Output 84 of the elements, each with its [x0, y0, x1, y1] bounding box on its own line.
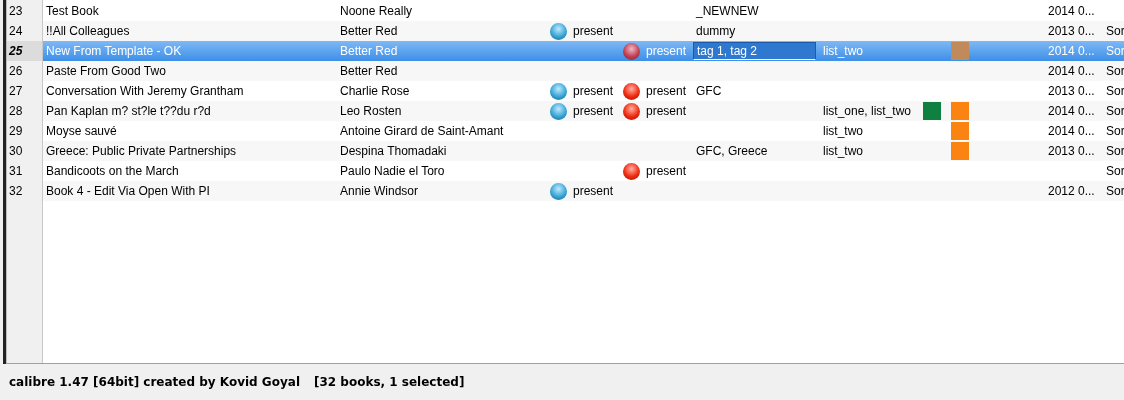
row-number[interactable]: 31: [9, 163, 23, 178]
row-number[interactable]: 26: [9, 63, 23, 78]
row-number[interactable]: 29: [9, 123, 23, 138]
table-cell: 2014 0...: [1048, 44, 1095, 58]
ball-icon: [623, 162, 640, 180]
table-cell: 2013 0...: [1048, 24, 1095, 38]
table-row[interactable]: Test Book Noone Really _NEWNEW 2014 0...: [43, 1, 1124, 21]
table-cell: present: [573, 84, 614, 98]
table-row[interactable]: Conversation With Jeremy Grantham Charlie Rose present present GFC 2013 0... Sor: [43, 81, 1124, 101]
row-number[interactable]: 30: [9, 143, 23, 158]
table-cell: 2014 0...: [1048, 64, 1095, 78]
table-cell: 2014 0...: [1048, 104, 1095, 118]
table-row[interactable]: New From Template - OK Better Red present tag 1, tag 2 list_two 2014 0... Sor: [43, 41, 1124, 61]
table-cell-text: GFC: [695, 83, 723, 100]
table-cell: Antoine Girard de Saint-Amant: [340, 124, 504, 138]
row-number[interactable]: 23: [9, 3, 23, 18]
table-cell: Sor: [1106, 84, 1124, 98]
table-cell: Better Red: [340, 64, 398, 78]
table-cell: 2013 0...: [1048, 84, 1095, 98]
table-cell: list_two: [823, 144, 863, 158]
table-cell: present: [573, 184, 614, 198]
table-cell: Charlie Rose: [340, 84, 410, 98]
table-cell: Noone Really: [340, 4, 413, 18]
table-cell: Better Red: [340, 24, 398, 38]
table-cell: Sor: [1106, 64, 1124, 78]
table-cell: list_one, list_two: [823, 104, 912, 118]
table-cell: Better Red: [340, 44, 398, 58]
table-cell: list_two: [823, 44, 863, 58]
table-cell: 2014 0...: [1048, 124, 1095, 138]
status-text: calibre 1.47 [64bit] created by Kovid Goyal: [9, 375, 300, 389]
table-cell: Sor: [1106, 104, 1124, 118]
table-cell: present: [646, 104, 687, 118]
table-row[interactable]: Greece: Public Private Partnerships Despina Thomadaki GFC, Greece list_two 2013 0... Sor: [43, 141, 1124, 161]
table-row[interactable]: Book 4 - Edit Via Open With PI Annie Windsor present 2012 0... Sor: [43, 181, 1124, 201]
ball-icon: [623, 102, 640, 120]
table-cell: Pan Kaplan m? st?le t??du r?d: [46, 104, 211, 118]
table-cell-text: dummy: [695, 23, 737, 40]
table-cell: 2014 0...: [1048, 4, 1095, 18]
table-cell: Sor: [1106, 144, 1124, 158]
ball-icon: [623, 42, 640, 60]
table-cell: Sor: [1106, 124, 1124, 138]
table-cell: Greece: Public Private Partnerships: [46, 144, 237, 158]
table-cell: present: [646, 84, 687, 98]
table-cell: present: [573, 104, 614, 118]
table-cell: Bandicoots on the March: [46, 164, 179, 178]
ball-icon: [550, 102, 567, 120]
table-cell: Sor: [1106, 44, 1124, 58]
table-cell: Annie Windsor: [340, 184, 419, 198]
ball-icon: [623, 82, 640, 100]
ball-icon: [550, 22, 567, 40]
table-cell: Leo Rosten: [340, 104, 402, 118]
table-cell: 2013 0...: [1048, 144, 1095, 158]
table-cell: Sor: [1106, 24, 1124, 38]
table-cell-text: GFC, Greece: [695, 143, 769, 160]
table-cell: present: [646, 164, 687, 178]
row-number[interactable]: 28: [9, 103, 23, 118]
table-row[interactable]: Pan Kaplan m? st?le t??du r?d Leo Rosten present present list_one, list_two 2014 0... Sor: [43, 101, 1124, 121]
table-cell: Paulo Nadie el Toro: [340, 164, 445, 178]
table-row[interactable]: !!All Colleagues Better Red present dummy 2013 0... Sor: [43, 21, 1124, 41]
table-cell: Paste From Good Two: [46, 64, 166, 78]
table-cell: Conversation With Jeremy Grantham: [46, 84, 244, 98]
table-row[interactable]: Bandicoots on the March Paulo Nadie el Toro present Sor: [43, 161, 1124, 181]
row-number[interactable]: 32: [9, 183, 23, 198]
table-cell: !!All Colleagues: [46, 24, 130, 38]
table-cell: present: [646, 44, 687, 58]
ball-icon: [550, 82, 567, 100]
table-cell: Despina Thomadaki: [340, 144, 447, 158]
row-number[interactable]: 24: [9, 23, 23, 38]
table-cell: Book 4 - Edit Via Open With PI: [46, 184, 210, 198]
table-cell: 2012 0...: [1048, 184, 1095, 198]
table-cell: Sor: [1106, 164, 1124, 178]
status-text: [32 books, 1 selected]: [314, 375, 465, 389]
table-cell: Test Book: [46, 4, 99, 18]
ball-icon: [550, 182, 567, 200]
table-cell: present: [573, 24, 614, 38]
table-cell: Moyse sauvé: [46, 124, 117, 138]
table-cell-text: _NEWNEW: [695, 3, 760, 20]
table-cell: list_two: [823, 124, 863, 138]
table-cell: New From Template - OK: [46, 44, 182, 58]
table-row[interactable]: Paste From Good Two Better Red 2014 0... Sor: [43, 61, 1124, 81]
table-cell: Sor: [1106, 184, 1124, 198]
table-row[interactable]: Moyse sauvé Antoine Girard de Saint-Amant list_two 2014 0... Sor: [43, 121, 1124, 141]
tags-edit-field[interactable]: tag 1, tag 2: [693, 42, 816, 60]
row-number[interactable]: 27: [9, 83, 23, 98]
